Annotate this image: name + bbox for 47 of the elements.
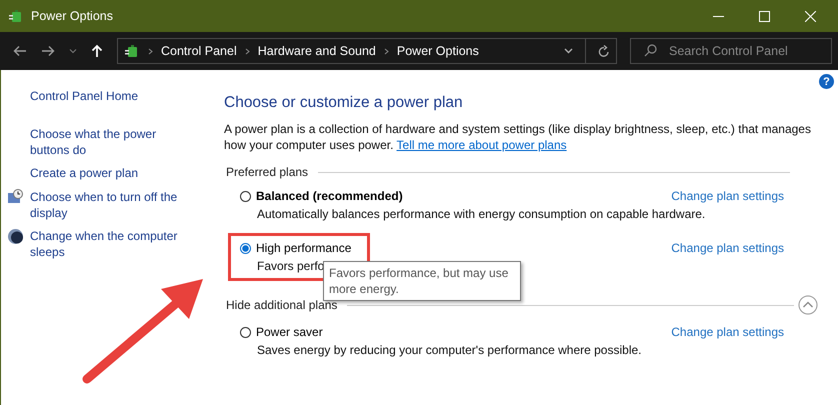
- address-bar[interactable]: Control Panel Hardware and Sound Power Options: [117, 38, 617, 64]
- plan-description: Saves energy by reducing your computer's performance where possible.: [257, 343, 642, 357]
- radio-button[interactable]: [240, 190, 251, 202]
- search-icon: [644, 44, 657, 57]
- sidebar-link[interactable]: Create a power plan: [30, 165, 190, 181]
- sidebar-link[interactable]: Choose what the power buttons do: [30, 126, 190, 158]
- change-plan-link[interactable]: Change plan settings: [671, 325, 784, 339]
- close-icon[interactable]: [805, 10, 816, 22]
- help-button[interactable]: ?: [819, 74, 834, 89]
- window-title: Power Options: [31, 9, 113, 23]
- back-arrow-icon[interactable]: [13, 45, 27, 57]
- plan-name: Balanced (recommended): [256, 189, 403, 203]
- forward-arrow-icon[interactable]: [41, 45, 55, 57]
- plan-description: Automatically balances performance with energy consumption on capable hardware.: [257, 207, 706, 221]
- chevron-right-icon: [384, 48, 389, 54]
- plan-name: High performance: [256, 241, 352, 255]
- moon-icon: [7, 228, 24, 245]
- battery-plug-icon: [8, 8, 24, 24]
- group-label: Hide additional plans: [226, 298, 338, 312]
- group-label: Preferred plans: [226, 165, 308, 179]
- search-field[interactable]: Search Control Panel: [630, 38, 832, 64]
- monitor-clock-icon: [7, 189, 24, 206]
- change-plan-link[interactable]: Change plan settings: [671, 241, 784, 255]
- breadcrumb[interactable]: Power Options: [396, 44, 479, 58]
- sidebar-link[interactable]: Control Panel Home: [30, 88, 190, 104]
- breadcrumb[interactable]: Hardware and Sound: [258, 44, 376, 58]
- page-heading: Choose or customize a power plan: [224, 94, 464, 112]
- chevron-right-icon: [244, 48, 250, 54]
- breadcrumb[interactable]: Control Panel: [161, 44, 237, 58]
- radio-button[interactable]: [240, 326, 251, 338]
- tooltip: Favors performance, but may use more energy.: [323, 261, 521, 301]
- battery-plug-icon: [124, 43, 140, 59]
- maximize-icon[interactable]: [759, 10, 770, 22]
- refresh-icon[interactable]: [598, 44, 610, 58]
- plan-description: Favors perfo: [257, 259, 324, 273]
- change-plan-link[interactable]: Change plan settings: [671, 189, 784, 203]
- intro-text: A power plan is a collection of hardware and system settings (like display brightness, sleep, etc.) that manages how your computer uses power. Tell me more about power plans: [224, 122, 812, 153]
- sidebar-link[interactable]: Change when the computer sleeps: [30, 228, 190, 260]
- plan-name: Power saver: [256, 325, 323, 339]
- collapse-icon[interactable]: [798, 295, 818, 315]
- up-arrow-icon[interactable]: [91, 44, 103, 58]
- chevron-down-icon[interactable]: [69, 48, 77, 54]
- chevron-down-icon[interactable]: [564, 48, 573, 54]
- radio-button[interactable]: [240, 242, 251, 254]
- sidebar-link[interactable]: Choose when to turn off the display: [30, 189, 190, 221]
- chevron-right-icon: [148, 48, 153, 54]
- help-link[interactable]: Tell me more about power plans: [396, 138, 567, 152]
